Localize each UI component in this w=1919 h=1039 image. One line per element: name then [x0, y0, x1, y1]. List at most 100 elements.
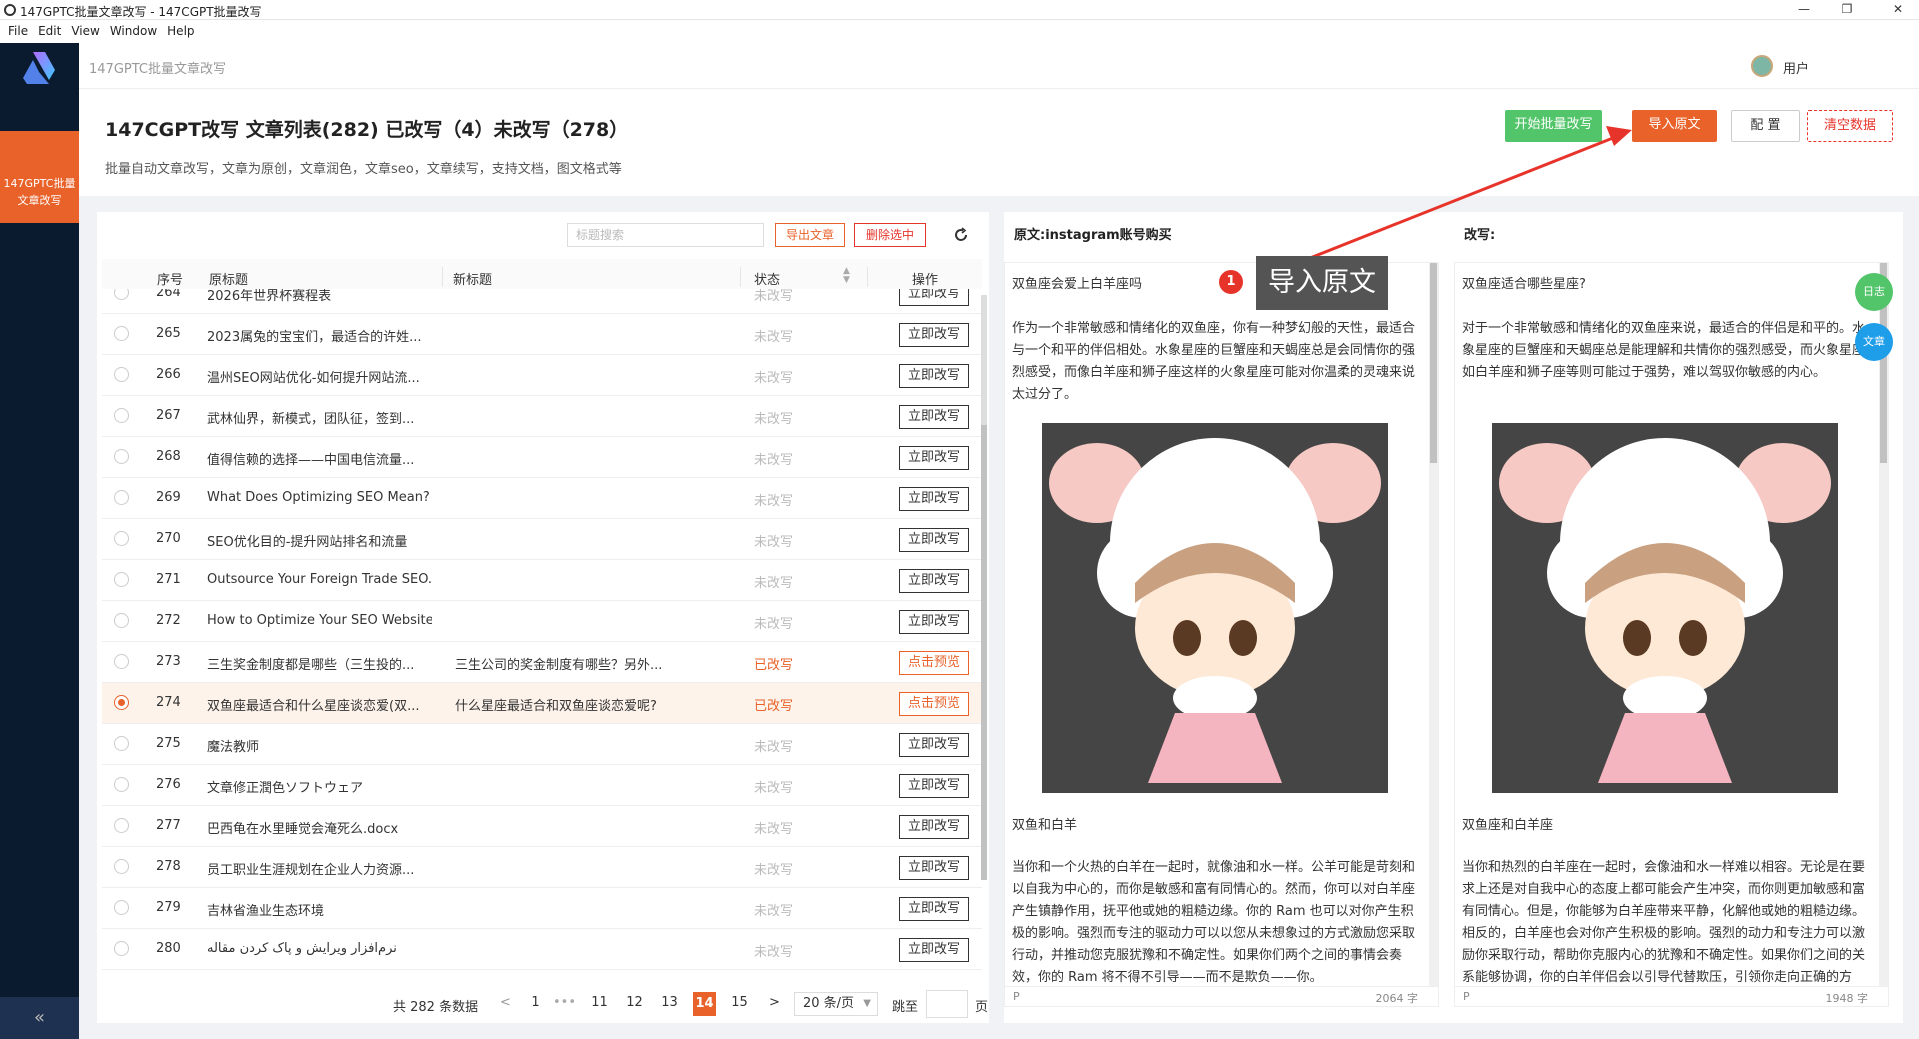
rewrite-now-button[interactable]: 立即改写	[899, 938, 969, 962]
page-14[interactable]: 14	[693, 992, 716, 1016]
table-row[interactable]: 269 What Does Optimizing SEO Mean? 未改写 立即改写	[102, 478, 982, 519]
table-row[interactable]: 280 نرم‌افزار ویرایش و پاک کردن مقاله 未改写 立…	[102, 929, 982, 970]
refresh-icon[interactable]	[952, 226, 970, 244]
rewrite-now-button[interactable]: 立即改写	[899, 815, 969, 839]
original-para-1: 作为一个非常敏感和情绪化的双鱼座，你有一种梦幻般的天性，最适合与一个和平的伴侣相…	[1012, 321, 1416, 402]
table-row[interactable]: 278 员工职业生涯规划在企业人力资源... 未改写 立即改写	[102, 847, 982, 888]
row-number: 276	[156, 777, 181, 792]
row-radio[interactable]	[114, 736, 129, 751]
row-radio[interactable]	[114, 859, 129, 874]
rewrite-pane[interactable]: 双鱼座适合哪些星座? 对于一个非常敏感和情绪化的双鱼座来说，最适合的伴侣是和平的…	[1454, 262, 1889, 1007]
table-row[interactable]: 267 武林仙界，新模式，团队征，签到... 未改写 立即改写	[102, 396, 982, 437]
rewrite-now-button[interactable]: 立即改写	[899, 289, 969, 306]
table-row[interactable]: 275 魔法教师 未改写 立即改写	[102, 724, 982, 765]
table-row[interactable]: 271 Outsource Your Foreign Trade SEO... 未改…	[102, 560, 982, 601]
rewrite-now-button[interactable]: 立即改写	[899, 405, 969, 429]
rewrite-now-button[interactable]: 立即改写	[899, 323, 969, 347]
rewrite-scrollbar[interactable]	[1879, 263, 1888, 988]
prev-page-button[interactable]: <	[494, 992, 517, 1016]
row-radio[interactable]	[114, 941, 129, 956]
import-original-button[interactable]: 导入原文	[1632, 110, 1717, 142]
sort-icon[interactable]: ▲ ▼	[843, 267, 850, 285]
preview-button[interactable]: 点击预览	[899, 651, 969, 675]
row-radio[interactable]	[114, 289, 129, 300]
search-input[interactable]: 标题搜索	[567, 223, 764, 247]
row-radio[interactable]	[114, 695, 129, 710]
scrollbar-thumb[interactable]	[981, 425, 987, 880]
rewrite-now-button[interactable]: 立即改写	[899, 610, 969, 634]
table-row[interactable]: 265 2023属兔的宝宝们，最适合的许姓... 未改写 立即改写	[102, 314, 982, 355]
article-float-button[interactable]: 文章	[1855, 323, 1893, 361]
table-row[interactable]: 270 SEO优化目的-提升网站排名和流量 未改写 立即改写	[102, 519, 982, 560]
menu-file[interactable]: File	[6, 20, 30, 42]
rewrite-now-button[interactable]: 立即改写	[899, 897, 969, 921]
row-status: 未改写	[754, 781, 794, 796]
jump-input[interactable]	[926, 990, 968, 1018]
page-15[interactable]: 15	[728, 992, 751, 1016]
collapse-button[interactable]: «	[0, 997, 79, 1039]
user-name[interactable]: 用户	[1783, 58, 1809, 77]
original-pane[interactable]: 双鱼座会爱上白羊座吗 作为一个非常敏感和情绪化的双鱼座，你有一种梦幻般的天性，最…	[1004, 262, 1439, 1007]
menu-help[interactable]: Help	[165, 20, 196, 42]
row-radio[interactable]	[114, 777, 129, 792]
table-row[interactable]: 266 温州SEO网站优化-如何提升网站流... 未改写 立即改写	[102, 355, 982, 396]
rewrite-now-button[interactable]: 立即改写	[899, 774, 969, 798]
page-11[interactable]: 11	[588, 992, 611, 1016]
list-scrollbar[interactable]	[981, 295, 987, 880]
row-radio[interactable]	[114, 326, 129, 341]
page-1[interactable]: 1	[524, 992, 547, 1016]
table-row[interactable]: 276 文章修正潤色ソフトウェア 未改写 立即改写	[102, 765, 982, 806]
row-radio[interactable]	[114, 818, 129, 833]
clear-data-button[interactable]: 清空数据	[1807, 110, 1893, 142]
rewrite-now-button[interactable]: 立即改写	[899, 856, 969, 880]
start-batch-button[interactable]: 开始批量改写	[1505, 110, 1602, 142]
page-size-select[interactable]: 20 条/页 ▼	[794, 992, 878, 1016]
row-radio[interactable]	[114, 900, 129, 915]
delete-selected-button[interactable]: 删除选中	[854, 223, 926, 247]
config-button[interactable]: 配 置	[1731, 110, 1800, 142]
row-radio[interactable]	[114, 408, 129, 423]
table-row[interactable]: 272 How to Optimize Your SEO Website 未改写 立即…	[102, 601, 982, 642]
rewrite-title: 双鱼座适合哪些星座?	[1462, 277, 1586, 292]
rewrite-now-button[interactable]: 立即改写	[899, 528, 969, 552]
page-12[interactable]: 12	[623, 992, 646, 1016]
row-number: 279	[156, 900, 181, 915]
row-radio[interactable]	[114, 531, 129, 546]
row-radio[interactable]	[114, 613, 129, 628]
row-radio[interactable]	[114, 654, 129, 669]
page-header: 147CGPT改写 文章列表(282) 已改写（4）未改写（278） 批量自动文…	[79, 89, 1919, 196]
table-row[interactable]: 273 三生奖金制度都是哪些（三生投的... 三生公司的奖金制度有哪些？另外... 已…	[102, 642, 982, 683]
menu-window[interactable]: Window	[108, 20, 159, 42]
rewrite-now-button[interactable]: 立即改写	[899, 569, 969, 593]
close-icon[interactable]: ✕	[1890, 2, 1906, 18]
table-row[interactable]: 264 2026年世界杯赛程表 未改写 立即改写	[102, 289, 982, 314]
rewrite-now-button[interactable]: 立即改写	[899, 487, 969, 511]
row-radio[interactable]	[114, 367, 129, 382]
sidebar-item-rewrite[interactable]: 147GPTC批量 文章改写	[0, 131, 79, 223]
menu-view[interactable]: View	[69, 20, 101, 42]
next-page-button[interactable]: >	[763, 992, 786, 1016]
maximize-icon[interactable]: ❐	[1839, 2, 1855, 18]
page-unit-label: 页	[975, 1000, 989, 1015]
menu-edit[interactable]: Edit	[36, 20, 63, 42]
scrollbar-thumb[interactable]	[1430, 263, 1437, 463]
row-radio[interactable]	[114, 490, 129, 505]
preview-button[interactable]: 点击预览	[899, 692, 969, 716]
rewrite-now-button[interactable]: 立即改写	[899, 733, 969, 757]
minimize-icon[interactable]: —	[1796, 2, 1812, 18]
original-scrollbar[interactable]	[1429, 263, 1438, 988]
row-radio[interactable]	[114, 449, 129, 464]
export-button[interactable]: 导出文章	[775, 223, 845, 247]
rewrite-now-button[interactable]: 立即改写	[899, 446, 969, 470]
page-13[interactable]: 13	[658, 992, 681, 1016]
table-row[interactable]: 274 双鱼座最适合和什么星座谈恋爱(双... 什么星座最适合和双鱼座谈恋爱呢? 已改…	[102, 683, 982, 724]
table-row[interactable]: 279 吉林省渔业生态环境 未改写 立即改写	[102, 888, 982, 929]
page-ellipsis[interactable]: •••	[553, 992, 577, 1016]
log-float-button[interactable]: 日志	[1855, 273, 1893, 311]
rewrite-now-button[interactable]: 立即改写	[899, 364, 969, 388]
table-row[interactable]: 268 值得信赖的选择——中国电信流量... 未改写 立即改写	[102, 437, 982, 478]
avatar[interactable]	[1751, 55, 1773, 77]
row-radio[interactable]	[114, 572, 129, 587]
row-number: 277	[156, 818, 181, 833]
table-row[interactable]: 277 巴西龟在水里睡觉会淹死么.docx 未改写 立即改写	[102, 806, 982, 847]
